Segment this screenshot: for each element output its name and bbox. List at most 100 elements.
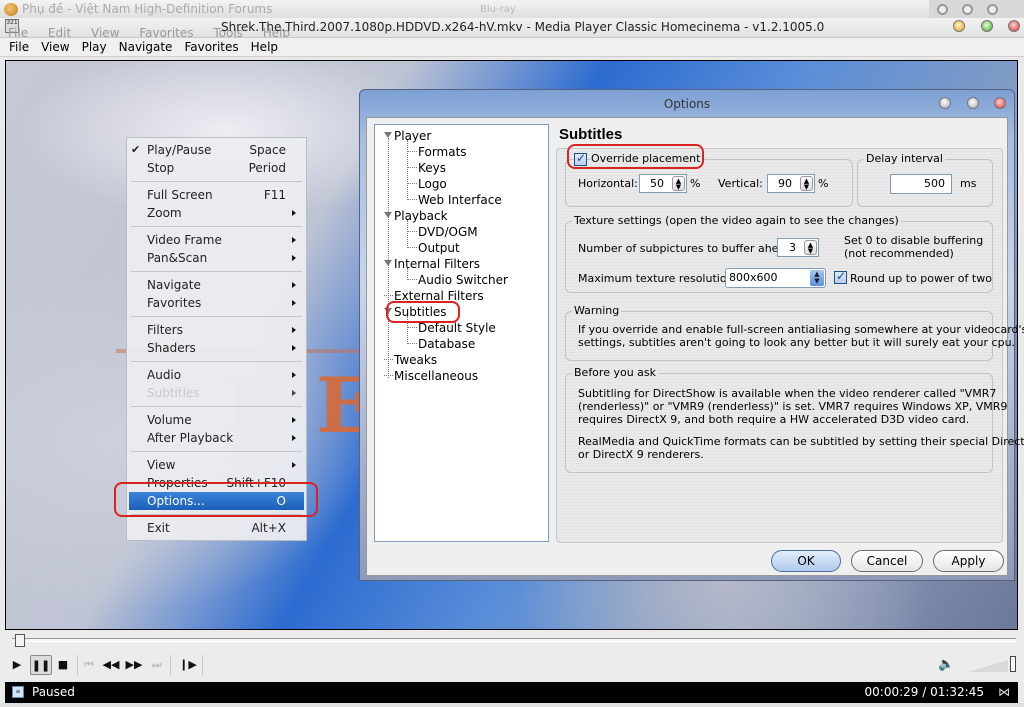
context-menu-item-favorites[interactable]: Favorites [127,294,306,312]
seek-track[interactable] [12,638,1016,642]
volume-slider[interactable] [968,656,1018,676]
buffer-hint-2: (not recommended) [844,247,954,260]
context-menu-item-zoom[interactable]: Zoom [127,204,306,222]
pause-icon[interactable]: ❚❚ [30,655,52,675]
dialog-minimize-button[interactable] [939,97,951,109]
horizontal-input[interactable]: 50 ▲ ▼ [639,174,687,193]
spinner-icon[interactable]: ▲ ▼ [672,176,685,191]
menu-separator [131,406,302,407]
submenu-arrow-icon [292,417,296,423]
menu-item-label: Exit [147,521,170,535]
options-dialog: Options Player Formats Keys Logo Web Interfa… [359,89,1024,581]
context-menu-item-volume[interactable]: Volume [127,411,306,429]
tree-item-tweaks[interactable]: Tweaks [384,352,437,368]
buffer-ahead-input[interactable]: 3 ▲ ▼ [777,238,819,257]
bg-min-icon [937,4,948,15]
tree-item-database[interactable]: Database [408,336,475,352]
context-menu-item-navigate[interactable]: Navigate [127,276,306,294]
tree-item-label: Playback [394,209,448,223]
vertical-label: Vertical: [718,177,763,190]
cancel-button[interactable]: Cancel [851,550,923,572]
max-texture-resolution-select[interactable]: 800x600 ▲ ▼ [725,268,826,288]
minimize-button[interactable] [953,20,965,32]
dialog-close-button[interactable] [994,97,1006,109]
context-menu-item-exit[interactable]: Exit Alt+X [127,519,306,537]
context-menu-item-audio[interactable]: Audio [127,366,306,384]
context-menu-item-play-pause[interactable]: ✔ Play/Pause Space [127,141,306,159]
ok-button[interactable]: OK [771,550,841,572]
menu-view[interactable]: View [35,38,75,54]
stop-icon[interactable]: ■ [52,655,74,675]
menu-separator [131,271,302,272]
context-menu-item-view[interactable]: View [127,456,306,474]
menu-item-label: Volume [147,413,192,427]
context-menu-item-shaders[interactable]: Shaders [127,339,306,357]
tree-item-keys[interactable]: Keys [408,160,446,176]
menu-file[interactable]: File [0,38,35,54]
tree-item-dvd-ogm[interactable]: DVD/OGM [408,224,478,240]
tree-item-label: Internal Filters [394,257,481,271]
tree-connector [384,359,393,360]
maximize-button[interactable] [980,20,993,32]
dropdown-arrow-icon[interactable]: ▲ ▼ [810,270,824,286]
tree-item-player[interactable]: Player [384,128,431,144]
tree-item-label: Database [418,337,476,351]
spinner-icon[interactable]: ▲ ▼ [804,240,817,255]
vertical-input[interactable]: 90 ▲ ▼ [767,174,815,193]
menu-navigate[interactable]: Navigate [113,38,179,54]
background-browser-titlebar: Phụ đề - Việt Nam High-Definition Forums… [0,0,1024,20]
tree-item-playback[interactable]: Playback [384,208,448,224]
texture-settings-legend: Texture settings (open the video again t… [572,214,901,227]
options-highlight-ring [114,482,318,517]
expand-triangle-icon[interactable] [384,260,392,266]
tree-item-formats[interactable]: Formats [408,144,467,160]
menu-separator [131,361,302,362]
play-icon[interactable]: ▶ [6,655,28,675]
tree-connector [408,247,417,248]
volume-knob[interactable] [1010,656,1016,672]
skip-back-icon[interactable]: ⏮ [78,655,100,675]
seek-thumb[interactable] [15,634,25,647]
menu-help[interactable]: Help [245,38,284,54]
tree-item-audio-switcher[interactable]: Audio Switcher [408,272,508,288]
tree-item-miscellaneous[interactable]: Miscellaneous [384,368,478,384]
speaker-icon[interactable]: 🔈 [938,657,954,673]
apply-button[interactable]: Apply [933,550,1004,572]
info-line: requires DirectX 9, and both require a H… [578,413,970,426]
context-menu-item-video-frame[interactable]: Video Frame [127,231,306,249]
tree-item-output[interactable]: Output [408,240,460,256]
menu-play[interactable]: Play [76,38,113,54]
checkmark-icon: ✔ [131,143,141,156]
spinner-icon[interactable]: ▲ ▼ [800,176,813,191]
vertical-unit: % [818,177,829,190]
delay-interval-input[interactable]: 500 [890,174,952,194]
expand-triangle-icon[interactable] [384,132,392,138]
context-menu-item-filters[interactable]: Filters [127,321,306,339]
tree-item-web-interface[interactable]: Web Interface [408,192,502,208]
menu-item-shortcut: Period [248,161,286,175]
tree-connector [384,295,393,296]
rewind-icon[interactable]: ◀◀ [100,655,122,675]
tree-item-label: Web Interface [418,193,502,207]
skip-forward-icon[interactable]: ⏭ [146,655,168,675]
frame-step-icon[interactable]: ❙▶ [177,655,199,675]
texture-settings-group: Texture settings (open the video again t… [565,214,993,293]
horizontal-value: 50 [650,177,664,190]
subtitles-highlight-ring [386,301,460,323]
menu-favorites[interactable]: Favorites [178,38,244,54]
expand-triangle-icon[interactable] [384,212,392,218]
close-button[interactable] [1008,20,1020,32]
tree-item-internal-filters[interactable]: Internal Filters [384,256,480,272]
aspect-ratio-icon[interactable]: ⋈ [998,685,1010,699]
context-menu-item-pan-scan[interactable]: Pan&Scan [127,249,306,267]
fast-forward-icon[interactable]: ▶▶ [123,655,145,675]
resolution-value: 800x600 [729,271,778,284]
context-menu-item-full-screen[interactable]: Full Screen F11 [127,186,306,204]
round-up-checkbox[interactable]: ✓ [834,269,847,284]
context-menu-item-after-playback[interactable]: After Playback [127,429,306,447]
time-display: 00:00:29 / 01:32:45 [864,685,984,699]
tree-item-logo[interactable]: Logo [408,176,447,192]
tree-connector [408,151,417,152]
dialog-maximize-button[interactable] [966,97,979,109]
context-menu-item-stop[interactable]: Stop Period [127,159,306,177]
